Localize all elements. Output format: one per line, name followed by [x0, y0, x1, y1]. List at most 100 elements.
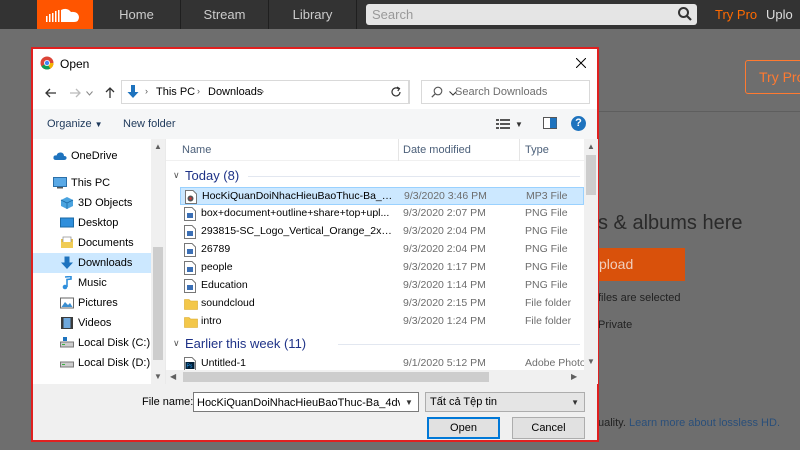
sidebar-item-music[interactable]: Music [33, 273, 151, 293]
column-divider[interactable] [398, 139, 399, 161]
column-divider[interactable] [519, 139, 520, 161]
sidebar-item-this-pc[interactable]: This PC [33, 173, 151, 193]
sidebar-item-label: Documents [78, 237, 134, 249]
chevron-down-icon[interactable]: ∨ [173, 170, 180, 181]
quality-note: uality. Learn more about lossless HD. [598, 417, 780, 429]
file-list-horizontal-scrollbar[interactable]: ◀ ▶ [166, 370, 584, 384]
scroll-up-arrow-icon[interactable]: ▲ [154, 142, 162, 151]
scrollbar-thumb[interactable] [183, 372, 489, 382]
sidebar-item-label: Videos [78, 317, 112, 329]
file-row[interactable]: people 9/3/2020 1:17 PM PNG File [180, 259, 584, 277]
file-row[interactable]: box+document+outline+share+top+upl... 9/… [180, 205, 584, 223]
address-bar[interactable]: › This PC › Downloads › [121, 80, 457, 104]
search-placeholder: Search Downloads [455, 86, 548, 98]
file-row[interactable]: HocKiQuanDoiNhacHieuBaoThuc-Ba_4d... 9/3… [180, 187, 584, 205]
chevron-down-icon[interactable]: ▼ [405, 398, 413, 407]
file-row[interactable]: Ps Untitled-1 9/1/2020 5:12 PM Adobe Pho… [180, 355, 584, 370]
back-button[interactable] [42, 84, 60, 102]
cancel-button[interactable]: Cancel [512, 417, 585, 439]
lossless-hd-link[interactable]: Learn more about lossless HD. [629, 417, 780, 429]
audio-file-icon [185, 190, 197, 204]
new-folder-button[interactable]: New folder [123, 118, 176, 130]
preview-pane-button[interactable] [543, 117, 557, 131]
try-pro-link[interactable]: Try Pro [715, 0, 757, 29]
breadcrumb-separator: › [261, 86, 264, 96]
try-pro-button[interactable]: Try Pro [745, 60, 800, 94]
scroll-right-arrow-icon[interactable]: ▶ [571, 372, 577, 381]
file-name: Education [201, 279, 248, 291]
sidebar-item-desktop[interactable]: Desktop [33, 213, 151, 233]
sidebar-item-videos[interactable]: Videos [33, 313, 151, 333]
file-name: 26789 [201, 243, 231, 255]
nav-stream[interactable]: Stream [181, 0, 269, 29]
help-button[interactable]: ? [571, 116, 586, 131]
sidebar-item-downloads[interactable]: Downloads [33, 253, 151, 273]
dialog-titlebar[interactable]: Open [33, 49, 597, 77]
upload-button[interactable]: pload [598, 248, 685, 281]
divider [598, 111, 800, 112]
file-name: soundcloud [201, 297, 255, 309]
chevron-down-icon[interactable]: ∨ [173, 338, 180, 349]
nav-home[interactable]: Home [93, 0, 181, 29]
scrollbar-thumb[interactable] [153, 247, 163, 360]
soundcloud-logo[interactable] [37, 0, 93, 29]
sidebar-item-pictures[interactable]: Pictures [33, 293, 151, 313]
file-list-vertical-scrollbar[interactable]: ▲ ▼ [584, 139, 598, 370]
soundcloud-header: Home Stream Library Search Try Pro Uplo [0, 0, 800, 29]
scroll-down-arrow-icon[interactable]: ▼ [587, 357, 595, 366]
open-button[interactable]: Open [427, 417, 500, 439]
file-row[interactable]: 26789 9/3/2020 2:04 PM PNG File [180, 241, 584, 259]
file-date: 9/3/2020 2:04 PM [403, 225, 486, 237]
file-name: box+document+outline+share+top+upl... [201, 207, 390, 219]
scroll-left-arrow-icon[interactable]: ◀ [170, 372, 176, 381]
forward-button[interactable] [66, 84, 84, 102]
file-row[interactable]: 293815-SC_Logo_Vertical_Orange_2x-222...… [180, 223, 584, 241]
download-arrow-icon [127, 85, 139, 98]
file-name: HocKiQuanDoiNhacHieuBaoThuc-Ba_4d... [202, 190, 394, 202]
file-type-select[interactable]: Tất cả Tệp tin ▼ [425, 392, 585, 412]
breadcrumb-downloads[interactable]: Downloads [208, 86, 262, 98]
sidebar-item-3d-objects[interactable]: 3D Objects [33, 193, 151, 213]
scroll-up-arrow-icon[interactable]: ▲ [587, 142, 595, 151]
chevron-down-icon: ▼ [571, 398, 579, 407]
search-placeholder: Search [372, 7, 414, 22]
file-name-input[interactable] [193, 392, 419, 412]
sidebar-item-label: OneDrive [71, 150, 118, 162]
file-row[interactable]: soundcloud 9/3/2020 2:15 PM File folder [180, 295, 584, 313]
privacy-private-option[interactable]: Private [598, 319, 632, 331]
scrollbar-thumb[interactable] [586, 155, 596, 195]
change-view-button[interactable]: ▼ [496, 117, 526, 131]
sidebar-item-local-disk-d[interactable]: Local Disk (D:) [33, 353, 151, 373]
group-header-today[interactable]: ∨ Today (8) [166, 167, 584, 185]
sidebar-item-documents[interactable]: Documents [33, 233, 151, 253]
upload-nav-link[interactable]: Uplo [766, 0, 793, 29]
folder-icon [184, 299, 198, 310]
arrow-up-icon [105, 87, 115, 98]
close-button[interactable] [565, 49, 597, 77]
file-type: PNG File [525, 243, 568, 255]
column-header-name[interactable]: Name [182, 144, 211, 156]
group-label: Earlier this week (11) [185, 336, 307, 351]
search-icon[interactable] [677, 6, 693, 22]
column-header-date-modified[interactable]: Date modified [403, 144, 471, 156]
sidebar-item-onedrive[interactable]: OneDrive [33, 146, 151, 166]
group-header-earlier-this-week[interactable]: ∨ Earlier this week (11) [166, 335, 584, 353]
navigation-pane-scrollbar[interactable]: ▲ ▼ [151, 139, 165, 384]
group-divider-line [248, 176, 580, 177]
breadcrumb-this-pc[interactable]: This PC [156, 86, 195, 98]
file-row[interactable]: Education 9/3/2020 1:14 PM PNG File [180, 277, 584, 295]
sidebar-item-local-disk-c[interactable]: Local Disk (C:) [33, 333, 151, 353]
file-name: people [201, 261, 233, 273]
search-downloads-input[interactable]: Search Downloads [421, 80, 590, 104]
file-row[interactable]: intro 9/3/2020 1:24 PM File folder [180, 313, 584, 331]
search-icon [431, 86, 443, 98]
soundcloud-search-input[interactable]: Search [366, 4, 697, 25]
up-button[interactable] [101, 84, 119, 102]
organize-button[interactable]: Organize ▼ [47, 118, 103, 130]
nav-library[interactable]: Library [269, 0, 357, 29]
refresh-button[interactable] [383, 80, 409, 104]
recent-locations-button[interactable] [84, 84, 94, 102]
open-file-dialog: Open › This PC › Downloads › Search Down… [31, 47, 599, 442]
column-header-type[interactable]: Type [525, 144, 549, 156]
scroll-down-arrow-icon[interactable]: ▼ [154, 372, 162, 381]
